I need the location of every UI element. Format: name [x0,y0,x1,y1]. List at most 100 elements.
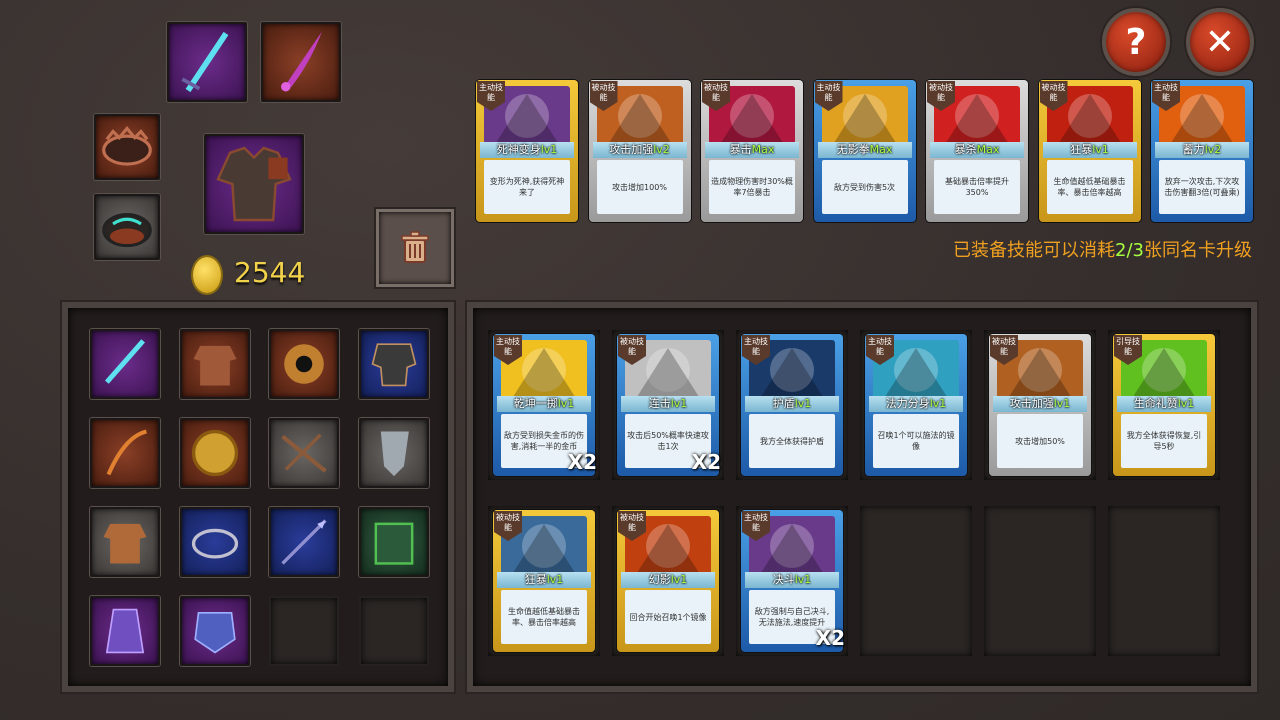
skill-name: 乾坤一掷lv1 [497,396,591,412]
owned-skill-card[interactable]: 被动技能 攻击加强lv1 攻击增加50% [989,334,1091,476]
equipped-skill-card[interactable]: 被动技能 暴击Max 造成物理伤害时30%概率7倍暴击 [701,80,803,222]
skill-slot[interactable] [1108,506,1220,656]
inventory-slot[interactable] [179,596,250,666]
blue-sword-icon [181,31,229,93]
leather-armor-icon [216,146,292,222]
skill-name: 决斗lv1 [745,572,839,588]
inventory-slot[interactable] [90,596,160,666]
skill-slot[interactable] [984,506,1096,656]
skill-name: 暴杀Max [930,142,1024,158]
inventory-slot-empty[interactable] [269,596,339,666]
skill-slot[interactable] [860,506,972,656]
trash-button[interactable] [376,209,454,287]
skill-description: 敌方受到伤害5次 [821,160,908,214]
blue-sword-icon [104,339,146,384]
gold-shield-icon [191,429,238,477]
inventory-slot[interactable] [179,418,250,488]
skill-description: 攻击增加100% [596,160,683,214]
skill-name: 攻击加强lv2 [592,142,687,158]
owned-skill-card[interactable]: 主动技能 乾坤一掷lv1 敌方受到损失金币的伤害,消耗一半的金币 X2 [493,334,597,476]
equip-slot-weapon[interactable] [167,22,247,102]
spiked-bracer-icon [102,125,152,166]
inventory-slot[interactable] [90,507,160,577]
spear-icon [281,519,327,565]
equip-slot-ring[interactable] [94,194,160,260]
skill-name: 幻影lv1 [621,572,715,588]
card-count-badge: X2 [691,450,721,474]
skill-description: 回合开始召唤1个镜像 [625,590,711,644]
inventory-slot[interactable] [269,507,339,577]
skill-name: 攻击加强lv1 [993,396,1087,412]
cloth-tunic-icon [193,345,236,386]
skill-name: 护盾lv1 [745,396,839,412]
close-button[interactable]: ✕ [1186,8,1254,76]
equip-slot-armor[interactable] [204,134,304,234]
iron-armor-icon [371,343,416,387]
rune-ring-icon [102,213,152,248]
equip-slot-bracer[interactable] [94,114,160,180]
owned-skill-card[interactable]: 被动技能 狂暴lv1 生命值越低基础暴击率、暴击倍率越高 [493,510,595,652]
owned-skill-card[interactable]: 引导技能 生命礼赞lv1 我方全体获得恢复,引导5秒 [1113,334,1215,476]
skill-name: 死神变身lv1 [480,142,574,158]
equipped-skill-card[interactable]: 主动技能 蓄力lv2 放弃一次攻击,下次攻击伤害翻3倍(可叠乘) [1151,80,1253,222]
inventory-slot[interactable] [90,418,160,488]
skill-description: 变形为死神,获得死神来了 [484,160,570,214]
inventory-slot[interactable] [358,418,429,488]
skill-description: 生命值越低基础暴击率、暴击倍率越高 [1046,160,1133,214]
inventory-slot[interactable] [179,329,250,399]
skill-description: 放弃一次攻击,下次攻击伤害翻3倍(可叠乘) [1159,160,1245,214]
close-icon: ✕ [1204,21,1236,63]
skill-description: 基础暴击倍率提升350% [934,160,1020,214]
fire-bow-icon [106,429,148,476]
inventory-slot[interactable] [358,329,429,399]
inventory-slot-empty[interactable] [358,596,429,666]
skill-description: 生命值越低基础暴击率、暴击倍率越高 [501,590,587,644]
skill-name: 无影拳Max [817,142,912,158]
inventory-slot[interactable] [269,329,339,399]
equipped-skill-card[interactable]: 主动技能 无影拳Max 敌方受到伤害5次 [813,80,916,222]
eye-amulet-icon [284,344,324,384]
skill-name: 暴击Max [705,142,799,158]
card-count-badge: X2 [815,626,845,650]
skill-description: 我方全体获得护盾 [749,414,835,468]
skill-name: 法力分身lv1 [869,396,963,412]
owned-skill-card[interactable]: 主动技能 法力分身lv1 召唤1个可以施法的镜像 [865,334,967,476]
owned-skill-card[interactable]: 主动技能 决斗lv1 敌方强制与自己决斗,无法施法,速度提升 X2 [741,510,845,652]
inventory-slot[interactable] [269,418,339,488]
purple-dagger-icon [281,31,322,92]
inventory-slot[interactable] [358,507,429,577]
help-icon: ? [1125,21,1147,63]
skill-name: 狂暴lv1 [497,572,591,588]
skill-description: 我方全体获得恢复,引导5秒 [1121,414,1207,468]
inventory-slot[interactable] [90,329,160,399]
skill-description: 攻击增加50% [997,414,1083,468]
equipped-skill-card[interactable]: 主动技能 死神变身lv1 变形为死神,获得死神来了 [476,80,578,222]
owned-skill-card[interactable]: 被动技能 连击lv1 攻击后50%概率快速攻击1次 X2 [617,334,721,476]
equipped-skill-card[interactable]: 被动技能 攻击加强lv2 攻击增加100% [588,80,691,222]
inventory-slot[interactable] [179,507,250,577]
skill-name: 狂暴lv1 [1042,142,1137,158]
equipped-skill-card[interactable]: 被动技能 暴杀Max 基础暴击倍率提升350% [926,80,1028,222]
leather-tunic-icon [103,523,147,564]
coin-icon [193,257,221,293]
equip-slot-offhand[interactable] [261,22,341,102]
spellbook-icon [374,522,413,565]
upgrade-hint: 已装备技能可以消耗2/3张同名卡升级 [953,240,1252,261]
kite-shield-icon [380,431,409,477]
skill-name: 连击lv1 [621,396,715,412]
help-button[interactable]: ? [1102,8,1170,76]
owned-skill-card[interactable]: 被动技能 幻影lv1 回合开始召唤1个镜像 [617,510,719,652]
skill-description: 召唤1个可以施法的镜像 [873,414,959,468]
skill-description: 造成物理伤害时30%概率7倍暴击 [709,160,795,214]
owned-skill-card[interactable]: 主动技能 护盾lv1 我方全体获得护盾 [741,334,843,476]
crystal-armor-icon [193,612,236,654]
crossbow-icon [281,433,327,473]
silver-ring-icon [191,528,238,559]
purple-robe-icon [105,608,145,654]
skill-name: 蓄力lv2 [1155,142,1249,158]
skill-name: 生命礼赞lv1 [1117,396,1211,412]
trash-icon [401,231,429,263]
equipped-skill-card[interactable]: 被动技能 狂暴lv1 生命值越低基础暴击率、暴击倍率越高 [1038,80,1141,222]
coin-count: 2544 [234,256,306,289]
card-count-badge: X2 [567,450,597,474]
